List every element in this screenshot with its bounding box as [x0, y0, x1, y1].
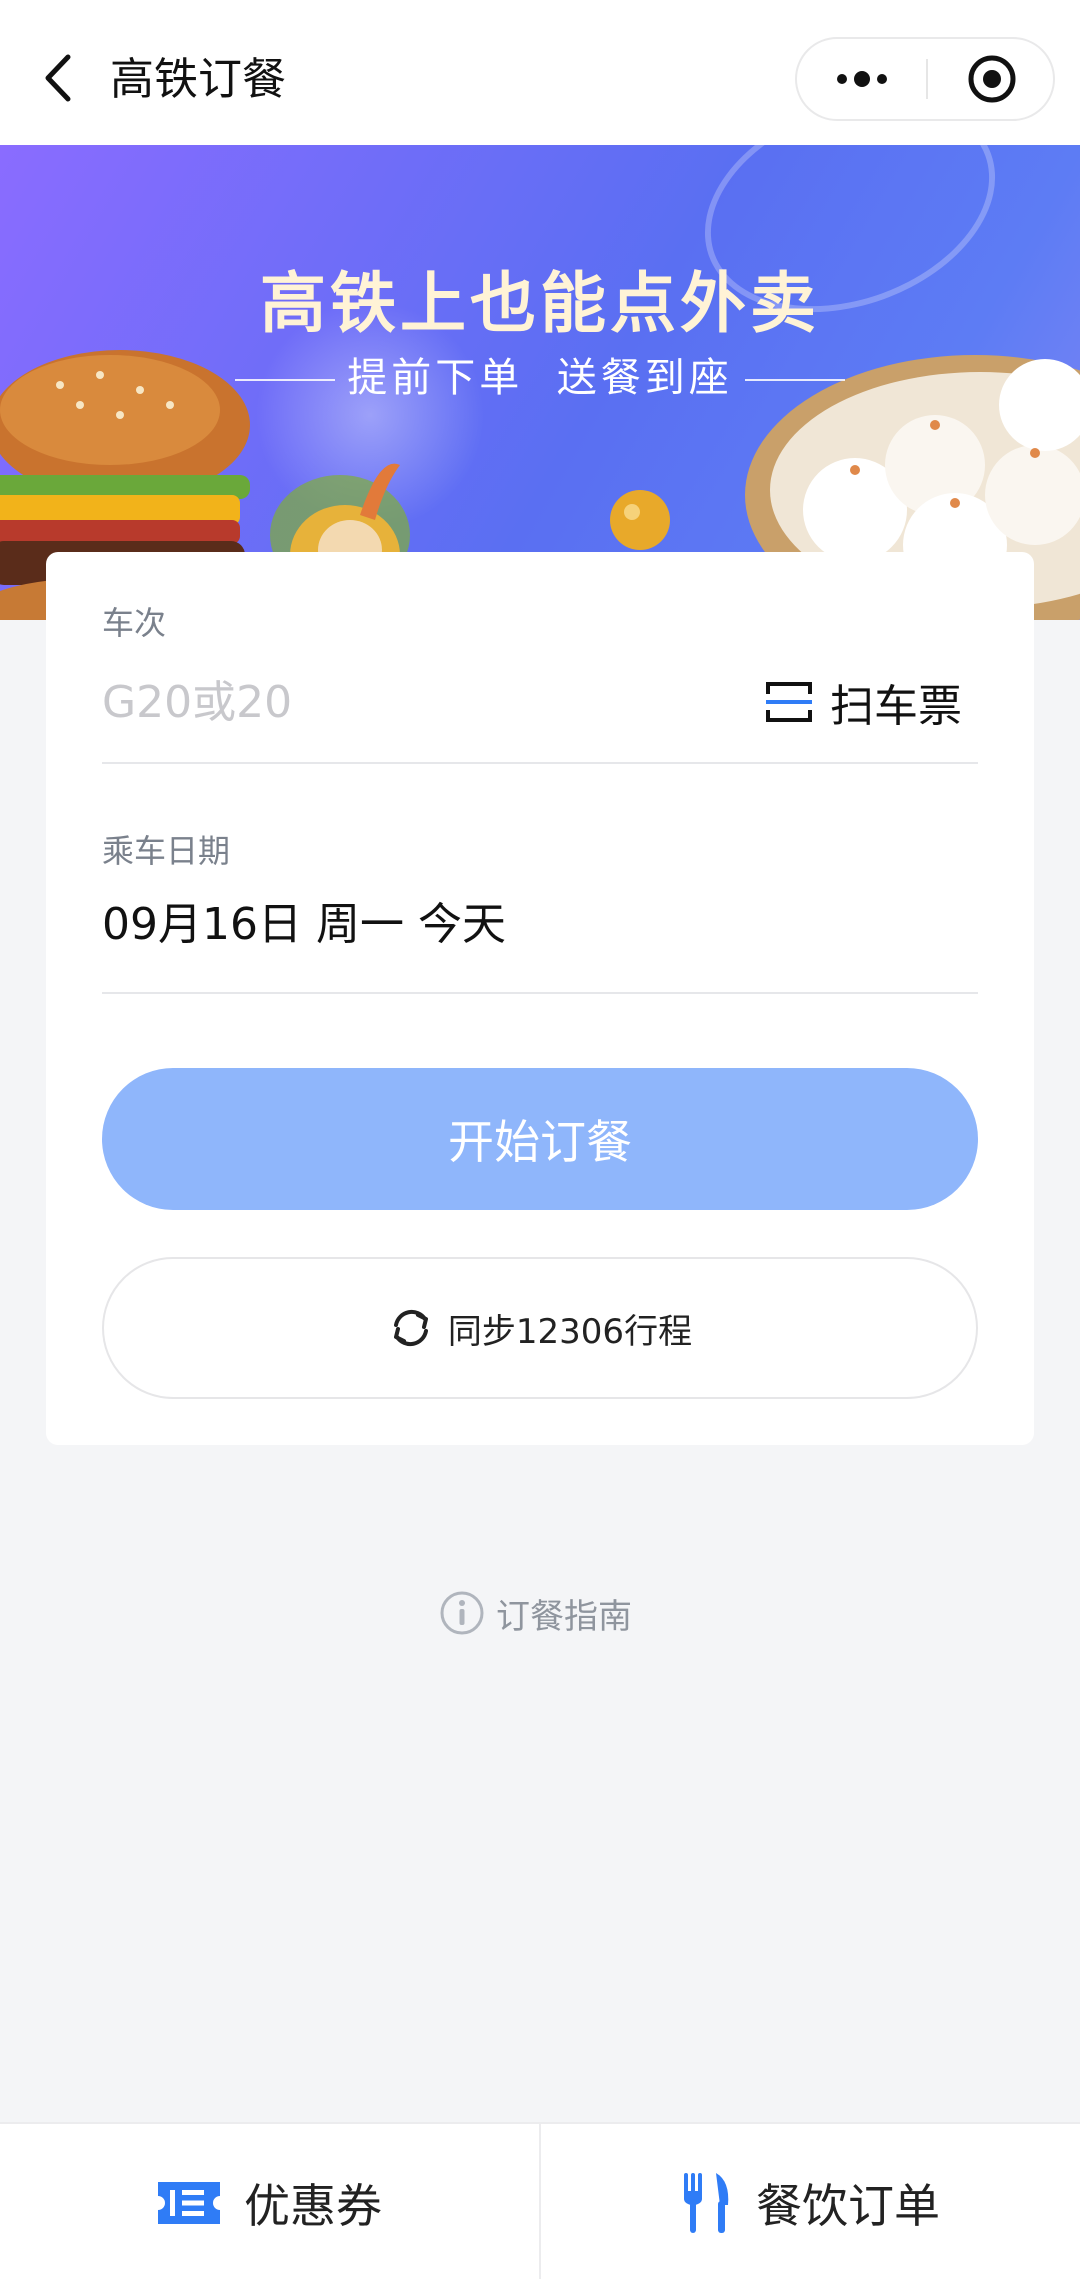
banner-title: 高铁上也能点外卖 — [260, 265, 820, 342]
train-number-label: 车次 — [102, 604, 167, 642]
mini-program-capsule — [795, 37, 1055, 121]
tab-coupons-label: 优惠券 — [244, 2178, 382, 2233]
promo-banner: 高铁上也能点外卖 提前下单 送餐到座 — [0, 145, 1080, 620]
sync-12306-label: 同步12306行程 — [447, 1311, 693, 1352]
travel-date-value[interactable]: 09月16日 周一 今天 — [102, 888, 506, 952]
target-close-icon — [968, 55, 1015, 103]
date-field-divider — [102, 992, 978, 994]
order-form-card: 车次 扫车票 乘车日期 09月16日 周一 今天 开始订餐 同步12306行程 — [46, 552, 1034, 1445]
subtitle-line-left — [235, 379, 336, 381]
page-title: 高铁订餐 — [110, 54, 286, 105]
travel-date-label: 乘车日期 — [102, 832, 231, 870]
train-number-input[interactable] — [102, 662, 702, 742]
start-order-button[interactable]: 开始订餐 — [102, 1068, 978, 1210]
scan-ticket-button[interactable]: 扫车票 — [764, 664, 962, 740]
nav-bar: 高铁订餐 — [0, 0, 1080, 145]
close-mini-program-button[interactable] — [928, 39, 1055, 119]
fork-knife-icon — [684, 2172, 729, 2233]
coupon-icon — [158, 2181, 220, 2224]
order-guide-link[interactable]: 订餐指南 — [438, 1585, 632, 1641]
sync-12306-button[interactable]: 同步12306行程 — [102, 1257, 978, 1399]
scan-ticket-label: 扫车票 — [830, 681, 962, 732]
train-field-divider — [102, 762, 978, 764]
banner-subtitle: 提前下单 送餐到座 — [0, 345, 1080, 403]
tab-coupons[interactable]: 优惠券 — [0, 2124, 540, 2279]
more-dots-icon — [836, 71, 887, 87]
banner-subtitle-text: 提前下单 送餐到座 — [347, 355, 733, 401]
more-button[interactable] — [797, 39, 926, 119]
chevron-left-icon — [45, 54, 71, 102]
sync-icon — [393, 1309, 428, 1347]
tab-meal-orders-label: 餐饮订单 — [756, 2178, 940, 2233]
nugget-illustration — [610, 490, 670, 550]
bottom-tab-bar: 优惠券 餐饮订单 — [0, 2122, 1080, 2279]
info-icon — [440, 1591, 484, 1635]
order-guide-label: 订餐指南 — [496, 1596, 632, 1637]
back-button[interactable] — [30, 48, 90, 108]
scan-ticket-icon — [766, 682, 812, 722]
subtitle-line-right — [744, 379, 845, 381]
tab-meal-orders[interactable]: 餐饮订单 — [540, 2124, 1080, 2279]
